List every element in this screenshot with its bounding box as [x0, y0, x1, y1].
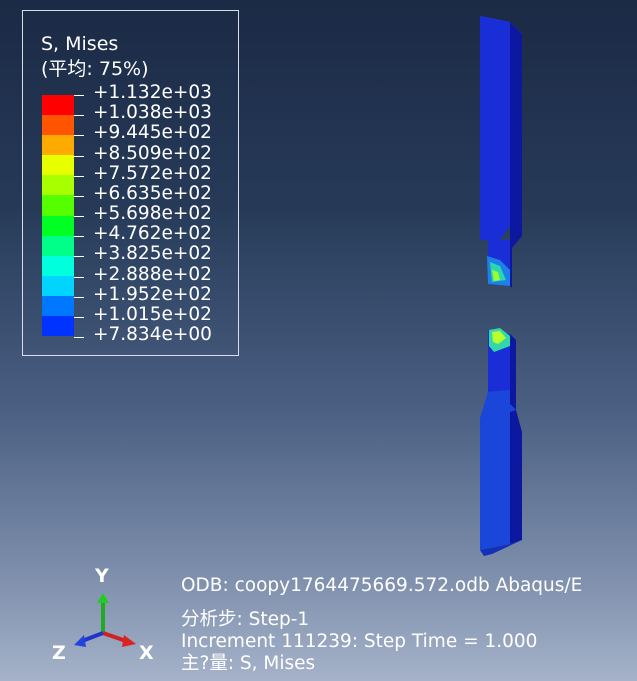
z-axis-label: Z: [52, 642, 66, 664]
x-axis-arrow: [102, 631, 127, 643]
upper-side-face: [510, 22, 522, 232]
z-axis-arrow: [81, 631, 104, 643]
increment-info: Increment 111239: Step Time = 1.000: [181, 631, 538, 652]
upper-front-face: [480, 16, 510, 240]
lower-specimen-half: [480, 328, 522, 556]
x-axis-label: X: [139, 642, 154, 664]
lower-side-face: [510, 410, 522, 544]
view-triad[interactable]: Y Z X: [46, 565, 166, 675]
step-info: 分析步: Step-1: [181, 609, 310, 630]
variable-info: 主?量: S, Mises: [181, 653, 316, 674]
odb-info: ODB: coopy1764475669.572.odb Abaqus/E: [181, 575, 583, 596]
y-axis-label: Y: [95, 565, 109, 587]
upper-specimen-half: [480, 16, 522, 288]
